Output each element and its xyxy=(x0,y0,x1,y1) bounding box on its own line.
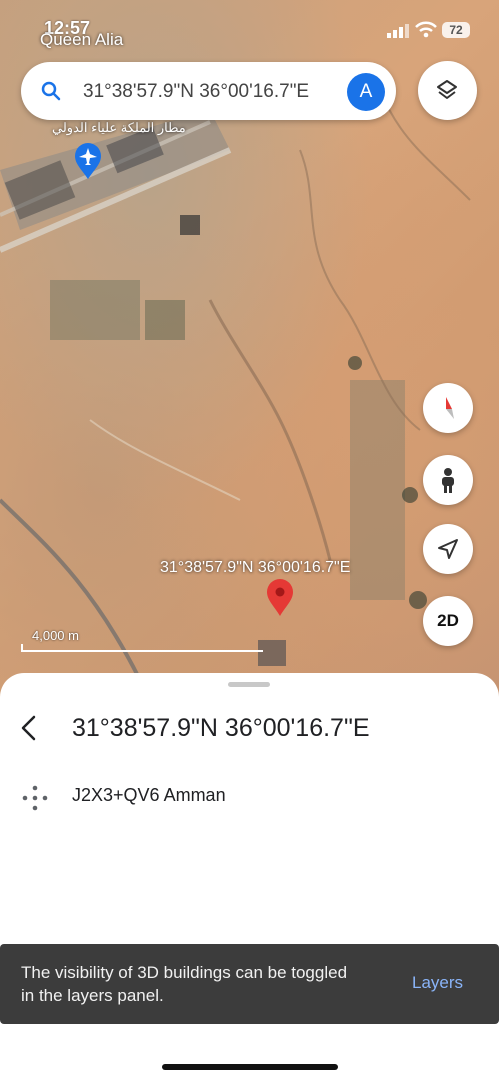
map-place-label[interactable]: Queen Alia xyxy=(40,30,123,50)
navigation-arrow-icon xyxy=(438,539,458,559)
compass-button[interactable] xyxy=(423,383,473,433)
battery-indicator: 72 xyxy=(442,22,470,38)
plus-code[interactable]: J2X3+QV6 Amman xyxy=(72,785,226,806)
layers-button[interactable] xyxy=(418,61,477,120)
snackbar-message: The visibility of 3D buildings can be to… xyxy=(21,963,348,1005)
2d-toggle-button[interactable]: 2D xyxy=(423,596,473,646)
search-input[interactable] xyxy=(81,77,340,107)
compass-icon xyxy=(446,397,454,419)
signal-icon xyxy=(387,24,409,38)
layers-icon xyxy=(437,80,457,99)
map-scale: 4,000 m xyxy=(21,628,263,652)
dropped-pin-label: 31°38'57.9"N 36°00'16.7"E xyxy=(160,559,351,576)
home-indicator[interactable] xyxy=(162,1064,338,1070)
drag-handle[interactable] xyxy=(228,682,270,687)
account-avatar[interactable]: A xyxy=(347,73,385,111)
plus-code-icon xyxy=(22,785,48,811)
search-icon xyxy=(41,81,61,101)
my-location-button[interactable] xyxy=(423,524,473,574)
snackbar-layers-button[interactable]: Layers xyxy=(412,973,463,993)
satellite-map[interactable]: 12:57 72 Queen Alia مطار الملكة علياء ال… xyxy=(0,0,499,700)
map-pin-icon[interactable] xyxy=(266,579,294,617)
location-title: 31°38'57.9"N 36°00'16.7"E xyxy=(72,714,370,742)
airport-icon[interactable] xyxy=(73,142,103,180)
scale-label: 4,000 m xyxy=(32,628,79,643)
map-place-label-arabic[interactable]: مطار الملكة علياء الدولي xyxy=(52,120,186,136)
search-bar[interactable]: A xyxy=(21,62,396,120)
street-view-button[interactable] xyxy=(423,455,473,505)
snackbar: The visibility of 3D buildings can be to… xyxy=(0,944,499,1024)
scale-bar xyxy=(21,644,263,652)
wifi-icon xyxy=(415,21,437,38)
back-arrow-icon[interactable] xyxy=(14,713,44,743)
pegman-icon xyxy=(442,468,454,493)
